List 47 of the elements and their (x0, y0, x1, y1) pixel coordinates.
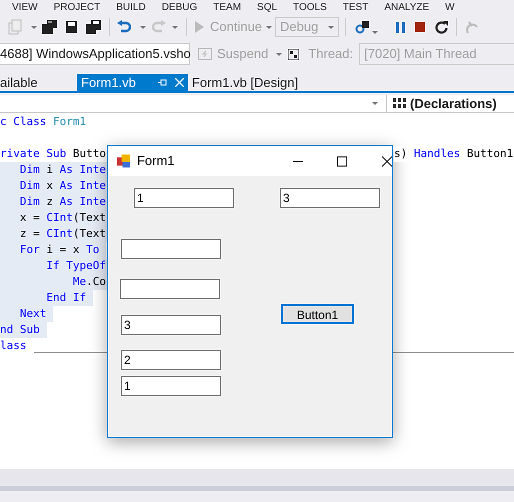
members-icon[interactable] (393, 98, 406, 109)
caret-icon[interactable] (266, 26, 272, 28)
document-tab[interactable]: Form1.vb (77, 74, 188, 91)
text-box[interactable] (121, 239, 221, 259)
undo-icon[interactable] (117, 20, 131, 34)
form-button[interactable]: Button1 (281, 304, 354, 324)
text-box[interactable]: 2 (121, 350, 221, 370)
process-dropdown[interactable]: 4688] WindowsApplication5.vsho (0, 43, 190, 65)
menu-item[interactable]: TEST (342, 0, 368, 14)
menu-item[interactable]: SQL (257, 0, 278, 14)
window-title: Form1 (136, 152, 174, 170)
caret-icon[interactable] (172, 26, 178, 28)
thread-label: Thread: (308, 45, 354, 64)
text-box[interactable]: 3 (280, 188, 380, 208)
menu-item[interactable]: DEBUG (162, 0, 198, 14)
document-tab[interactable]: ailable (0, 74, 77, 91)
pause-icon[interactable] (396, 22, 406, 32)
text-box[interactable]: 3 (121, 315, 221, 335)
restart-icon[interactable] (435, 20, 448, 34)
text-box[interactable] (120, 279, 220, 299)
stop-icon[interactable] (415, 22, 426, 32)
menu-item[interactable]: BUILD (116, 0, 146, 14)
maximize-icon[interactable] (336, 156, 347, 166)
caret-icon[interactable] (276, 52, 282, 56)
caret-icon[interactable] (328, 26, 334, 28)
open-icon[interactable] (42, 20, 57, 34)
menu-item[interactable]: TEAM (213, 0, 242, 14)
menu-item[interactable]: W (445, 0, 455, 14)
close-icon[interactable] (382, 156, 392, 166)
thread-icon[interactable] (288, 48, 300, 60)
menu-item[interactable]: VIEW (12, 0, 38, 14)
minimize-icon[interactable] (292, 160, 303, 162)
form-icon[interactable] (117, 154, 130, 168)
pin-icon[interactable] (158, 79, 167, 86)
text-box[interactable]: 1 (121, 376, 221, 396)
caret-icon[interactable] (372, 30, 378, 34)
document-tab[interactable]: Form1.vb [Design] (188, 74, 302, 91)
caret-icon[interactable] (31, 26, 37, 28)
caret-icon[interactable] (372, 102, 378, 105)
save-icon[interactable] (66, 21, 77, 33)
text-box[interactable]: 1 (134, 188, 234, 208)
menu-item[interactable]: TOOLS (293, 0, 327, 14)
save-all-icon[interactable] (86, 20, 101, 34)
find-icon[interactable] (355, 20, 370, 34)
menu-item[interactable]: PROJECT (54, 0, 100, 14)
menu-item[interactable]: ANALYZE (384, 0, 430, 14)
caret-icon[interactable] (140, 26, 146, 28)
